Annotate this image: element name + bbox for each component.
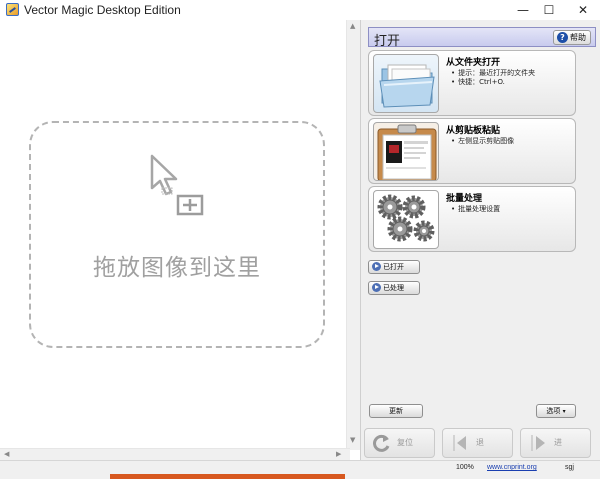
side-panel: 打开 ? 帮助 从文件夹打开 提示：最近打开的文件夹 快捷：Ctrl+O. bbox=[360, 20, 600, 460]
maximize-button[interactable]: ☐ bbox=[532, 0, 566, 20]
card-title: 从剪贴板粘贴 bbox=[446, 126, 501, 136]
drop-zone[interactable]: 拖放图像到这里 bbox=[29, 121, 325, 348]
reset-button[interactable]: 复位 bbox=[364, 428, 435, 458]
update-button[interactable]: 更新 bbox=[369, 404, 423, 418]
next-button[interactable]: 进 bbox=[520, 428, 591, 458]
folder-thumbnail bbox=[373, 54, 439, 113]
batch-processing-card[interactable]: 批量处理 批量处理设置 bbox=[368, 186, 576, 252]
panel-header: 打开 ? 帮助 bbox=[368, 27, 596, 49]
options-button[interactable]: 选项 ▾ bbox=[536, 404, 576, 418]
app-logo-icon bbox=[6, 3, 19, 16]
scroll-down-icon[interactable]: ▼ bbox=[350, 436, 355, 444]
close-button[interactable]: ✕ bbox=[566, 0, 600, 20]
card-title: 批量处理 bbox=[446, 194, 483, 204]
title-bar: Vector Magic Desktop Edition — ☐ ✕ bbox=[0, 0, 600, 20]
wizard-navigation: 复位 退 进 bbox=[361, 422, 600, 460]
scroll-right-icon[interactable]: ▶ bbox=[336, 450, 341, 458]
canvas-vertical-scrollbar[interactable]: ▲ ▼ bbox=[346, 20, 360, 450]
help-button-label: 帮助 bbox=[570, 33, 586, 42]
reset-icon bbox=[373, 434, 390, 452]
card-hint: 左侧显示剪贴图像 bbox=[451, 136, 514, 146]
options-label: 选项 bbox=[546, 407, 561, 415]
card-shortcut: 快捷：Ctrl+O. bbox=[451, 77, 505, 87]
expander-label: 已打开 bbox=[383, 263, 404, 271]
back-button[interactable]: 退 bbox=[442, 428, 513, 458]
help-button[interactable]: ? 帮助 bbox=[553, 30, 591, 45]
expander-label: 已处理 bbox=[383, 284, 404, 292]
user-label: sgj bbox=[565, 464, 574, 471]
card-hint: 批量处理设置 bbox=[451, 204, 500, 214]
folder-icon bbox=[379, 64, 435, 108]
expand-arrow-icon bbox=[372, 262, 381, 271]
chevron-down-icon: ▾ bbox=[562, 408, 566, 415]
expand-arrow-icon bbox=[372, 283, 381, 292]
taskbar-strip bbox=[110, 474, 345, 479]
card-title: 从文件夹打开 bbox=[446, 58, 501, 68]
opened-files-expander[interactable]: 已打开 bbox=[368, 260, 420, 274]
window-title: Vector Magic Desktop Edition bbox=[24, 3, 181, 17]
back-label: 退 bbox=[476, 438, 484, 447]
gears-thumbnail bbox=[373, 190, 439, 249]
processed-files-expander[interactable]: 已处理 bbox=[368, 281, 420, 295]
image-canvas[interactable]: 拖放图像到这里 bbox=[0, 20, 346, 450]
reset-label: 复位 bbox=[397, 438, 413, 447]
paste-from-clipboard-card[interactable]: 从剪贴板粘贴 左侧显示剪贴图像 bbox=[368, 118, 576, 184]
arrow-right-icon bbox=[531, 435, 545, 451]
cursor-add-icon bbox=[150, 154, 204, 216]
drop-here-text: 拖放图像到这里 bbox=[93, 255, 261, 281]
website-link[interactable]: www.cnprint.org bbox=[487, 464, 537, 471]
panel-title: 打开 bbox=[374, 34, 401, 49]
open-from-folder-card[interactable]: 从文件夹打开 提示：最近打开的文件夹 快捷：Ctrl+O. bbox=[368, 50, 576, 116]
app-window: Vector Magic Desktop Edition — ☐ ✕ 拖放图像到… bbox=[0, 0, 600, 479]
gears-icon bbox=[377, 194, 435, 242]
scroll-up-icon[interactable]: ▲ bbox=[350, 22, 355, 30]
zoom-level: 100% bbox=[456, 464, 474, 471]
arrow-left-icon bbox=[453, 435, 466, 451]
help-icon: ? bbox=[557, 32, 568, 43]
clipboard-icon bbox=[377, 124, 437, 180]
clipboard-thumbnail bbox=[373, 122, 439, 181]
next-label: 进 bbox=[554, 438, 562, 447]
scroll-left-icon[interactable]: ◀ bbox=[4, 450, 9, 458]
